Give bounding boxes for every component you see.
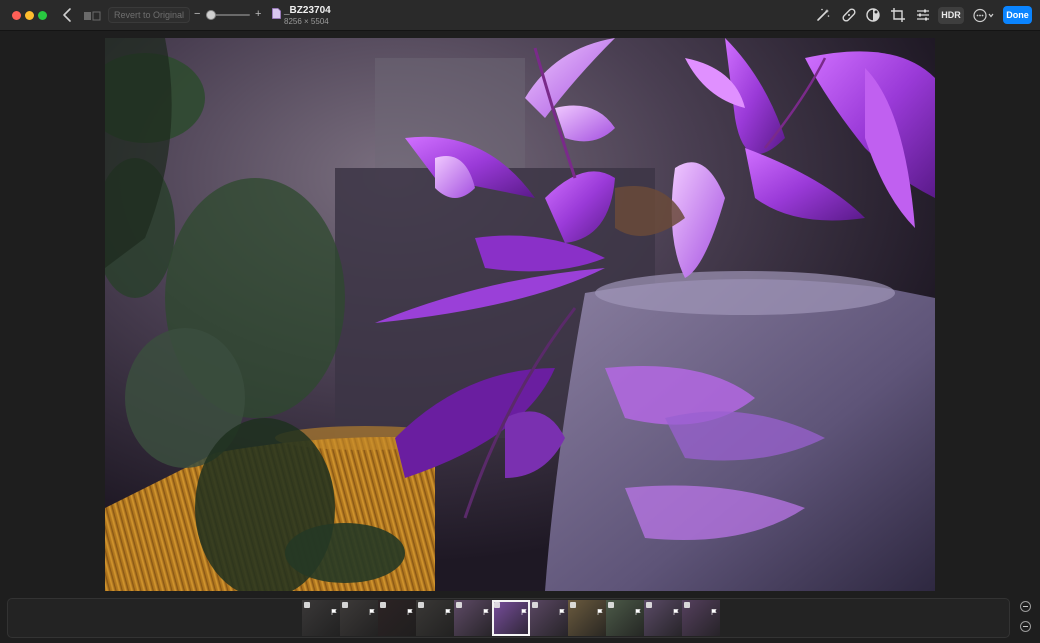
- hdr-button[interactable]: HDR: [938, 7, 964, 24]
- filmstrip-thumbnail[interactable]: [378, 600, 416, 636]
- maximize-window-button[interactable]: [38, 11, 47, 20]
- raw-badge-icon: [608, 602, 614, 608]
- file-dimensions: 8256 × 5504: [284, 17, 329, 26]
- flag-icon: [559, 602, 565, 615]
- zoom-out-icon[interactable]: −: [194, 8, 200, 20]
- zoom-in-icon[interactable]: +: [255, 8, 261, 20]
- close-window-button[interactable]: [12, 11, 21, 20]
- flag-icon: [635, 602, 641, 615]
- filmstrip-thumbnail[interactable]: [492, 600, 530, 636]
- filmstrip-thumbnail[interactable]: [530, 600, 568, 636]
- magic-wand-icon[interactable]: [815, 7, 831, 23]
- filmstrip-thumbnail[interactable]: [302, 600, 340, 636]
- minimize-window-button[interactable]: [25, 11, 34, 20]
- filmstrip: [7, 598, 1010, 638]
- flag-icon: [521, 602, 527, 615]
- thumbnail-list: [302, 599, 720, 637]
- raw-badge-icon: [342, 602, 348, 608]
- flag-icon: [369, 602, 375, 615]
- revert-to-original-button[interactable]: Revert to Original: [108, 7, 191, 23]
- raw-badge-icon: [304, 602, 310, 608]
- filmstrip-thumbnail[interactable]: [454, 600, 492, 636]
- zoom-slider-knob[interactable]: [206, 10, 217, 20]
- flag-icon: [331, 602, 337, 615]
- flag-icon: [483, 602, 489, 615]
- filmstrip-thumbnail[interactable]: [340, 600, 378, 636]
- retouch-bandage-icon[interactable]: [841, 7, 857, 23]
- main-photo: [105, 38, 935, 591]
- raw-badge-icon: [418, 602, 424, 608]
- back-chevron-icon[interactable]: [60, 6, 76, 24]
- flag-icon: [445, 602, 451, 615]
- flag-icon: [597, 602, 603, 615]
- filmstrip-thumbnail[interactable]: [568, 600, 606, 636]
- flag-icon: [673, 602, 679, 615]
- filmstrip-thumbnail[interactable]: [644, 600, 682, 636]
- flag-icon: [711, 602, 717, 615]
- photo-editor-window: Revert to Original − + _BZ23704 8256 × 5…: [0, 0, 1040, 643]
- filmstrip-thumbnail[interactable]: [682, 600, 720, 636]
- crop-icon[interactable]: [890, 7, 906, 23]
- raw-badge-icon: [494, 602, 500, 608]
- filmstrip-scroll-up-icon[interactable]: [1020, 601, 1031, 612]
- filters-circle-icon[interactable]: [865, 7, 881, 23]
- flag-icon: [407, 602, 413, 615]
- filmstrip-thumbnail[interactable]: [606, 600, 644, 636]
- filmstrip-scroll-down-icon[interactable]: [1020, 621, 1031, 632]
- file-icon: [272, 6, 281, 19]
- adjust-sliders-icon[interactable]: [915, 7, 931, 23]
- raw-badge-icon: [684, 602, 690, 608]
- toolbar: Revert to Original − + _BZ23704 8256 × 5…: [0, 0, 1040, 31]
- raw-badge-icon: [570, 602, 576, 608]
- file-name: _BZ23704: [284, 5, 331, 16]
- raw-badge-icon: [532, 602, 538, 608]
- raw-badge-icon: [380, 602, 386, 608]
- filmstrip-thumbnail[interactable]: [416, 600, 454, 636]
- raw-badge-icon: [456, 602, 462, 608]
- compare-split-icon[interactable]: [83, 9, 101, 21]
- done-button[interactable]: Done: [1003, 6, 1032, 24]
- raw-badge-icon: [646, 602, 652, 608]
- more-options-icon[interactable]: [972, 7, 996, 24]
